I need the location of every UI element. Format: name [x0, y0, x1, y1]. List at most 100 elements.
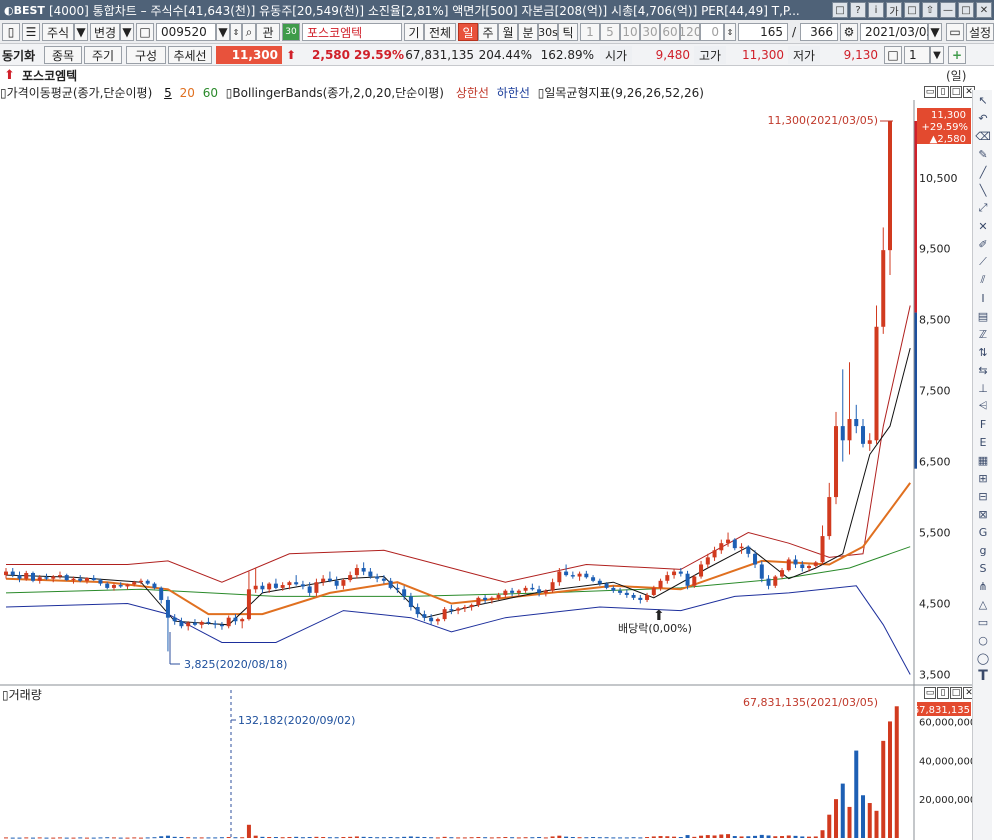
change-dropdown-icon[interactable]: ▼ [120, 23, 134, 41]
gann-square-icon[interactable]: g [974, 542, 992, 558]
ray-icon[interactable]: ⤢ [974, 200, 992, 216]
layout-count[interactable]: 1 [904, 46, 930, 64]
item-button[interactable]: 종목 [44, 46, 82, 64]
gann-box-icon[interactable]: G [974, 524, 992, 540]
all-button[interactable]: 전체 [424, 23, 456, 41]
calendar-icon[interactable]: ⚙ [840, 23, 858, 41]
circle-icon[interactable]: ○ [974, 632, 992, 648]
fan-icon[interactable]: ⊥ [974, 380, 992, 396]
layout-dropdown-icon[interactable]: ▼ [930, 46, 944, 64]
spin-icon[interactable]: ⇕ [230, 23, 242, 41]
bb-upper-legend[interactable]: 상한선 [456, 86, 489, 100]
undo-icon[interactable]: ↶ [974, 110, 992, 126]
window-box-button[interactable]: □ [832, 2, 848, 18]
channel-icon[interactable]: ⫽ [974, 272, 992, 288]
gi-button[interactable]: 기 [404, 23, 424, 41]
gann-fan-icon[interactable]: ⊟ [974, 488, 992, 504]
count-input[interactable]: 165 [738, 23, 788, 41]
ma60-legend[interactable]: 60 [203, 86, 218, 100]
ma20-legend[interactable]: 20 [180, 86, 195, 100]
market-dropdown-icon[interactable]: ▼ [74, 23, 88, 41]
gann-icon[interactable]: ⊞ [974, 470, 992, 486]
period-button[interactable]: 주기 [84, 46, 122, 64]
vertical-icon[interactable]: I [974, 290, 992, 306]
vpane-minimize-icon[interactable]: ▭ [924, 687, 936, 699]
market-select[interactable]: 주식 [42, 23, 74, 41]
line-ext-icon[interactable]: ╲ [974, 182, 992, 198]
offset-spin-icon[interactable]: ⇕ [724, 23, 736, 41]
filter-icon[interactable]: ☰ [22, 23, 40, 41]
ichimoku-legend[interactable]: ▯일목균형지표(9,26,26,52,26) [538, 86, 708, 100]
box-icon[interactable]: □ [136, 23, 154, 41]
minute-1[interactable]: 1 [580, 23, 600, 41]
tab-minute[interactable]: 분 [518, 23, 538, 41]
bb-lower-legend[interactable]: 하한선 [497, 86, 530, 100]
fibo-ext-icon[interactable]: E [974, 434, 992, 450]
tab-week[interactable]: 주 [478, 23, 498, 41]
layout-box-icon[interactable]: □ [884, 46, 902, 64]
maximize-button[interactable]: □ [958, 2, 974, 18]
minimize-button[interactable]: — [940, 2, 956, 18]
zigzag-icon[interactable]: ℤ [974, 326, 992, 342]
ellipse-icon[interactable]: ◯ [974, 650, 992, 666]
bb-legend[interactable]: ▯BollingerBands(종가,2,0,20,단순이평) [226, 86, 448, 100]
help-button[interactable]: ? [850, 2, 866, 18]
date-input[interactable]: 2021/03/05 [860, 23, 934, 41]
pane-restore-icon[interactable]: ▯ [937, 86, 949, 98]
text-icon[interactable]: T [974, 668, 992, 684]
minute-10[interactable]: 10 [620, 23, 640, 41]
change-select[interactable]: 변경 [90, 23, 120, 41]
ma-legend[interactable]: ▯가격이동평균(종가,단순이평) [0, 86, 156, 100]
pin-button[interactable]: ⇧ [922, 2, 938, 18]
tab-tick[interactable]: 틱 [558, 23, 578, 41]
sync-label[interactable]: 동기화 [2, 46, 35, 64]
date-dropdown-icon[interactable]: ▼ [928, 23, 942, 41]
stock-name-field[interactable]: 포스코엠텍 [302, 23, 402, 41]
fibo-icon[interactable]: ⇅ [974, 344, 992, 360]
minute-60[interactable]: 60 [660, 23, 680, 41]
grid-icon[interactable]: ▦ [974, 452, 992, 468]
font-button[interactable]: 가 [886, 2, 902, 18]
tab-30s[interactable]: 30s [538, 23, 558, 41]
pane-max-icon[interactable]: □ [950, 86, 962, 98]
save-icon[interactable]: ▭ [946, 23, 964, 41]
tile-button[interactable]: □ [904, 2, 920, 18]
erase-all-icon[interactable]: ⌫ [974, 128, 992, 144]
minute-30[interactable]: 30 [640, 23, 660, 41]
close-button[interactable]: ✕ [976, 2, 992, 18]
offset-input[interactable]: 0 [700, 23, 724, 41]
gann-grid-icon[interactable]: ⊠ [974, 506, 992, 522]
info-button[interactable]: i [868, 2, 884, 18]
vpane-restore-icon[interactable]: ▯ [937, 687, 949, 699]
code-dropdown-icon[interactable]: ▼ [216, 23, 230, 41]
vpane-max-icon[interactable]: □ [950, 687, 962, 699]
trend-icon[interactable]: ⟋ [974, 254, 992, 270]
triangle-icon[interactable]: △ [974, 596, 992, 612]
pane-minimize-icon[interactable]: ▭ [924, 86, 936, 98]
minute-5[interactable]: 5 [600, 23, 620, 41]
cross-icon[interactable]: ✕ [974, 218, 992, 234]
stock-code-input[interactable]: 009520 [156, 23, 216, 41]
eraser-icon[interactable]: ✎ [974, 146, 992, 162]
search-icon[interactable]: ⌕ [242, 23, 256, 41]
box-icon[interactable]: ▤ [974, 308, 992, 324]
fibo-time-icon[interactable]: ⇆ [974, 362, 992, 378]
tab-day[interactable]: 일 [458, 23, 478, 41]
pen-icon[interactable]: ✐ [974, 236, 992, 252]
fibo-fan-icon[interactable]: ⩤ [974, 398, 992, 414]
ma5-legend[interactable]: 5 [164, 86, 172, 100]
trendline-button[interactable]: 추세선 [168, 46, 212, 64]
speed-icon[interactable]: S [974, 560, 992, 576]
line-icon[interactable]: ╱ [974, 164, 992, 180]
minute-120[interactable]: 120 [679, 23, 701, 41]
settings-button[interactable]: 설정 [966, 23, 994, 41]
compose-button[interactable]: 구성 [126, 46, 166, 64]
chart-area[interactable]: 3,500 4,500 5,500 6,500 7,500 8,500 9,500 10,50… [0, 84, 972, 840]
add-icon[interactable]: + [948, 46, 966, 64]
related-button[interactable]: 관 [256, 23, 280, 41]
rect-icon[interactable]: ▭ [974, 614, 992, 630]
cursor-icon[interactable]: ↖ [974, 92, 992, 108]
tab-month[interactable]: 월 [498, 23, 518, 41]
pitchfork-icon[interactable]: ⋔ [974, 578, 992, 594]
panel-icon[interactable]: ▯ [2, 23, 20, 41]
